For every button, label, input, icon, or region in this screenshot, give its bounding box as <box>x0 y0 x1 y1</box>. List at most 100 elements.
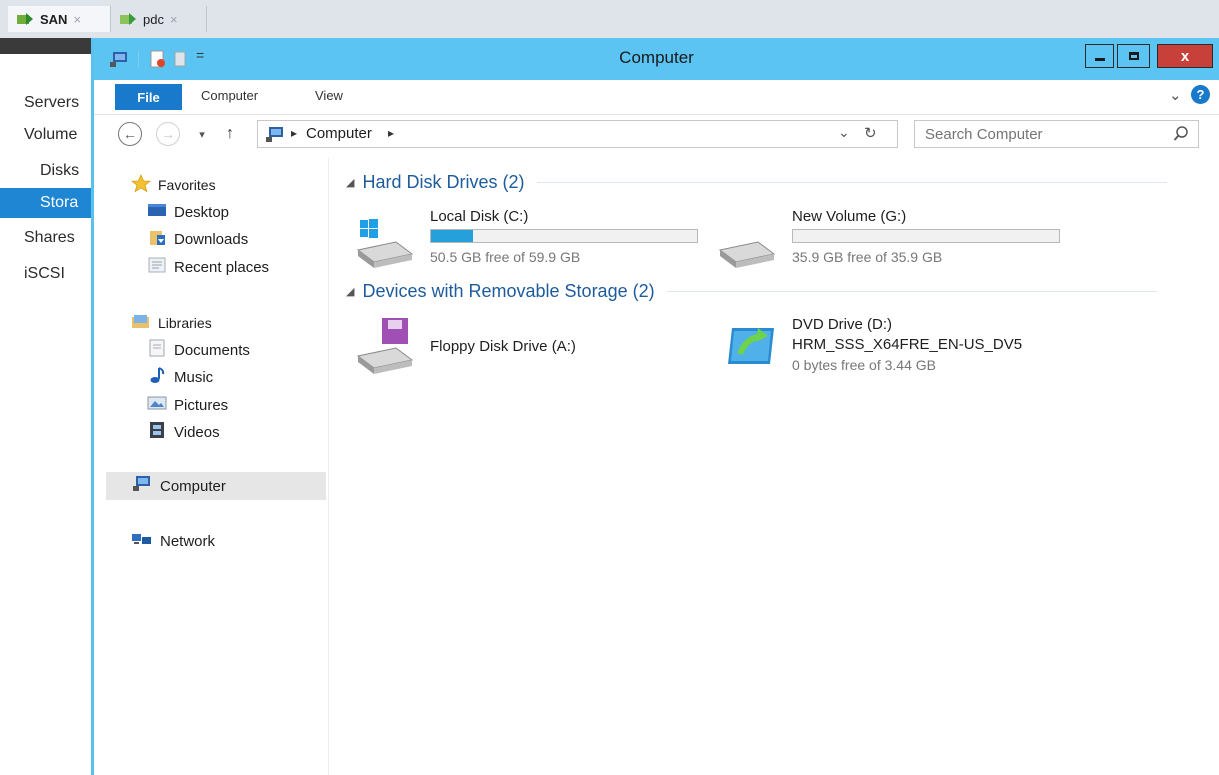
breadcrumb-separator[interactable]: ▸ <box>291 126 297 140</box>
drive-name: Floppy Disk Drive (A:) <box>430 338 576 355</box>
breadcrumb-separator[interactable]: ▸ <box>388 126 394 140</box>
back-arrow-icon: ← <box>123 126 137 142</box>
vm-connect-icon <box>119 12 137 26</box>
nav-item-downloads[interactable]: Downloads <box>147 228 248 250</box>
group-divider <box>666 291 1157 292</box>
music-icon <box>147 366 167 388</box>
pictures-icon <box>147 394 167 416</box>
vm-tab-label: pdc <box>143 11 164 27</box>
collapse-group-icon[interactable]: ◢ <box>346 176 354 189</box>
group-divider <box>536 182 1167 183</box>
nav-network-label: Network <box>160 532 216 550</box>
window-title: Computer <box>619 48 694 67</box>
close-button[interactable]: x <box>1157 44 1213 68</box>
ribbon-tabs: File Computer View ⌄ ? <box>94 80 1219 115</box>
nav-item-label: Documents <box>174 341 250 359</box>
close-icon[interactable]: × <box>73 12 81 27</box>
close-icon: x <box>1180 47 1190 65</box>
drive-d[interactable]: DVD Drive (D:) HRM_SSS_X64FRE_EN-US_DV5 … <box>724 316 1084 386</box>
tab-view[interactable]: View <box>315 88 343 103</box>
expand-ribbon-icon[interactable]: ⌄ <box>1169 86 1182 104</box>
drive-name: Local Disk (C:) <box>430 208 529 225</box>
vm-tab-san[interactable]: SAN × <box>8 6 111 32</box>
minimize-button[interactable] <box>1085 44 1114 68</box>
back-button[interactable]: ← <box>118 122 142 146</box>
drive-name: New Volume (G:) <box>792 208 907 225</box>
drive-usage-bar <box>430 229 698 243</box>
search-icon[interactable] <box>1173 125 1189 148</box>
drive-c[interactable]: Local Disk (C:) 50.5 GB free of 59.9 GB <box>352 208 698 268</box>
pane-splitter[interactable] <box>328 158 329 775</box>
drive-g[interactable]: New Volume (G:) 35.9 GB free of 35.9 GB <box>714 208 1074 268</box>
nav-computer[interactable]: Computer <box>131 475 226 497</box>
floppy-drive-icon <box>352 316 416 379</box>
search-input[interactable] <box>925 125 1165 143</box>
help-icon[interactable]: ? <box>1191 85 1210 104</box>
drive-free-space: 0 bytes free of 3.44 GB <box>792 357 936 373</box>
nav-item-label: Recent places <box>174 258 270 276</box>
videos-icon <box>147 421 167 443</box>
hard-drive-icon <box>714 214 778 273</box>
dvd-drive-icon <box>724 324 780 373</box>
nav-item-label: Videos <box>174 423 220 441</box>
drive-volume-label: HRM_SSS_X64FRE_EN-US_DV5 <box>792 336 1023 353</box>
nav-item-label: Music <box>174 368 214 386</box>
address-dropdown-icon[interactable]: ⌄ <box>838 124 850 141</box>
forward-button[interactable]: → <box>156 122 180 146</box>
tab-file[interactable]: File <box>115 84 182 110</box>
server-manager-header <box>0 38 92 54</box>
drive-usage-bar <box>792 229 1060 243</box>
nav-item-documents[interactable]: Documents <box>147 339 250 361</box>
vm-tab-pdc[interactable]: pdc × <box>111 6 207 32</box>
windows-drive-icon <box>352 214 416 273</box>
computer-icon <box>131 475 153 497</box>
downloads-icon <box>147 228 167 250</box>
nav-item-label: Pictures <box>174 396 229 414</box>
libraries-icon <box>131 312 151 334</box>
group-removable-storage[interactable]: ◢ Devices with Removable Storage (2) <box>346 281 1157 302</box>
star-icon <box>130 173 152 196</box>
documents-icon <box>147 339 167 361</box>
nav-libraries-label: Libraries <box>158 315 212 331</box>
nav-item-pictures[interactable]: Pictures <box>147 394 228 416</box>
group-header: Devices with Removable Storage (2) <box>362 281 655 301</box>
address-bar[interactable]: ▸ Computer ▸ ⌄ ↻ <box>257 120 898 148</box>
nav-computer-label: Computer <box>160 477 226 495</box>
computer-icon <box>264 126 286 149</box>
tab-computer[interactable]: Computer <box>201 88 258 103</box>
maximize-button[interactable] <box>1117 44 1150 68</box>
group-header: Hard Disk Drives (2) <box>362 172 525 192</box>
minimize-icon <box>1094 57 1105 61</box>
network-icon <box>131 530 153 552</box>
drive-free-space: 50.5 GB free of 59.9 GB <box>430 249 581 265</box>
drive-name: DVD Drive (D:) <box>792 316 892 333</box>
drive-usage-fill <box>431 230 473 242</box>
nav-item-label: Desktop <box>174 203 230 221</box>
collapse-group-icon[interactable]: ◢ <box>346 285 354 298</box>
group-hard-disk-drives[interactable]: ◢ Hard Disk Drives (2) <box>346 172 1167 193</box>
breadcrumb-computer[interactable]: Computer <box>306 125 372 142</box>
nav-item-label: Downloads <box>174 230 249 248</box>
drive-free-space: 35.9 GB free of 35.9 GB <box>792 249 943 265</box>
search-box[interactable] <box>914 120 1199 148</box>
server-manager-nav: Servers Volume Disks Stora Shares iSCSI <box>0 38 132 775</box>
nav-item-recent-places[interactable]: Recent places <box>147 256 269 278</box>
forward-arrow-icon: → <box>161 126 175 142</box>
close-icon[interactable]: × <box>170 12 178 27</box>
vm-tab-label: SAN <box>40 11 68 27</box>
title-bar: = Computer x <box>94 38 1219 80</box>
refresh-icon[interactable]: ↻ <box>864 124 877 142</box>
recent-places-icon <box>147 256 167 278</box>
nav-item-videos[interactable]: Videos <box>147 421 220 443</box>
nav-libraries[interactable]: Libraries <box>131 312 212 334</box>
nav-item-desktop[interactable]: Desktop <box>147 201 229 223</box>
drive-a[interactable]: Floppy Disk Drive (A:) <box>352 316 652 376</box>
recent-locations-button[interactable]: ▾ <box>195 124 209 144</box>
explorer-window: = Computer x File Computer View ⌄ ? ← → … <box>91 38 1219 775</box>
vm-tab-strip: SAN × pdc × <box>0 0 1219 39</box>
vm-connect-icon <box>16 12 34 26</box>
nav-favorites[interactable]: Favorites <box>130 173 216 196</box>
nav-item-music[interactable]: Music <box>147 366 213 388</box>
nav-network[interactable]: Network <box>131 530 215 552</box>
up-button[interactable]: ↑ <box>222 123 238 145</box>
